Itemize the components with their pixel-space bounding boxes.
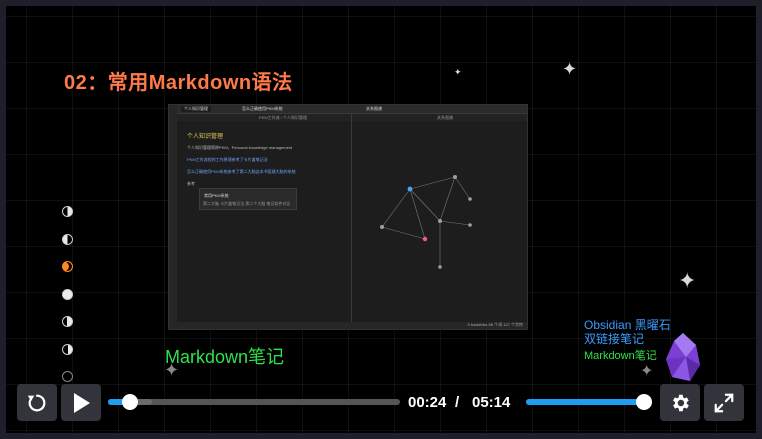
graph-node	[380, 225, 384, 229]
current-time: 00:24	[408, 394, 447, 411]
app-ribbon	[169, 105, 177, 329]
moon-icon	[62, 343, 73, 355]
moon-icon	[62, 206, 73, 217]
note-line: 怎么正确使用PKM系统参考了第二大脑这本书搭建大脑的系统	[187, 169, 296, 174]
graph-node	[407, 186, 413, 192]
sparkle-icon: ✦	[454, 67, 462, 77]
graph-node	[468, 223, 472, 227]
popup-line: 第二大脑 卡片盒笔记法 第二个大脑 笔记软件对比	[203, 201, 291, 206]
sparkle-icon: ✦	[562, 59, 578, 79]
backlink-notes-label: 双链接笔记	[584, 332, 645, 346]
progress-handle[interactable]	[122, 394, 139, 410]
video-frame[interactable]: 02：常用Markdown语法 ✦ ✦ ✦ ✦ ✦ 个人知识管理 怎么正确使用P…	[6, 6, 756, 433]
embedded-app-screenshot: 个人知识管理 怎么正确使用PKM系统 关系图谱 PKM工作流 / 个人知识管理 …	[168, 104, 528, 330]
app-tab: 关系图谱	[366, 106, 382, 111]
gear-icon	[673, 394, 689, 411]
app-path: PKM工作流 / 个人知识管理	[259, 115, 308, 120]
sparkle-icon: ✦	[678, 268, 697, 293]
note-line: 参考	[187, 181, 195, 186]
graph-view	[352, 121, 527, 321]
volume-bar	[526, 399, 644, 405]
progress-track[interactable]	[108, 394, 400, 410]
moon-phase-column	[62, 206, 76, 399]
graph-node	[438, 265, 442, 269]
hover-preview-popup: 常用PKM系统 第二大脑 卡片盒笔记法 第二个大脑 笔记软件对比	[199, 188, 297, 210]
time-separator: /	[455, 394, 460, 411]
settings-button[interactable]	[660, 384, 700, 421]
graph-svg	[380, 175, 472, 269]
moon-icon	[62, 261, 73, 272]
note-heading: 个人知识管理	[187, 134, 224, 140]
volume-handle[interactable]	[636, 394, 652, 410]
graph-node	[422, 236, 428, 242]
slide-title: 02：常用Markdown语法	[64, 72, 293, 94]
replay-button[interactable]	[17, 384, 57, 421]
player-controls: 00:24 / 05:14	[0, 374, 762, 432]
duration: 05:14	[472, 394, 511, 411]
graph-node	[468, 197, 472, 201]
app-tab: 个人知识管理	[181, 106, 211, 112]
note-line: PKM工作流程的工作原理参考了卡片盒笔记法	[187, 157, 268, 162]
fullscreen-button[interactable]	[704, 384, 744, 421]
graph-node	[438, 219, 442, 223]
moon-icon	[62, 316, 73, 327]
markdown-notes-label-small: Markdown笔记	[584, 350, 657, 362]
replay-icon	[27, 394, 46, 411]
fullscreen-icon	[714, 393, 734, 412]
app-path-bar: PKM工作流 / 个人知识管理 关系图谱	[177, 114, 527, 121]
app-tab: 怎么正确使用PKM系统	[242, 106, 283, 111]
note-content: 个人知识管理 个人知识管理简称PKM，Personal knowledge ma…	[187, 131, 337, 193]
popup-title: 常用PKM系统	[204, 193, 229, 198]
graph-node	[453, 175, 457, 179]
play-icon	[74, 392, 90, 413]
app-tab-bar: 个人知识管理 怎么正确使用PKM系统 关系图谱	[177, 105, 527, 114]
play-button[interactable]	[61, 384, 101, 421]
moon-icon	[62, 288, 73, 300]
markdown-notes-label: Markdown笔记	[165, 347, 285, 367]
app-status-bar: 0 backlinks 58 个词 127 个字符	[177, 322, 527, 329]
volume-track[interactable]	[526, 394, 652, 410]
moon-icon	[62, 233, 73, 245]
note-line: 个人知识管理简称PKM，Personal knowledge managemen…	[187, 145, 293, 150]
